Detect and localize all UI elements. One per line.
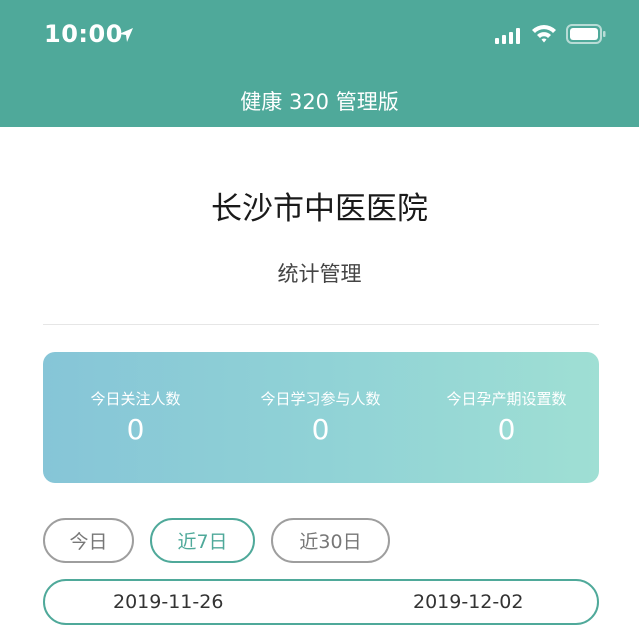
location-arrow-icon <box>119 28 133 42</box>
stat-pregnancy-count: 今日孕产期设置数 0 <box>414 388 599 446</box>
stat-value: 0 <box>311 413 330 446</box>
stat-label: 今日关注人数 <box>90 390 181 408</box>
filter-today-button[interactable]: 今日 <box>43 518 134 563</box>
stats-card: 今日关注人数 0 今日学习参与人数 0 今日孕产期设置数 0 <box>43 352 599 483</box>
stat-label: 今日学习参与人数 <box>260 390 381 408</box>
hospital-name: 长沙市中医医院 <box>211 191 428 227</box>
filter-30days-button[interactable]: 近30日 <box>271 518 390 563</box>
divider <box>43 324 599 325</box>
cellular-signal-icon <box>495 28 520 44</box>
stat-follow-count: 今日关注人数 0 <box>43 388 228 446</box>
stat-label: 今日孕产期设置数 <box>446 390 567 408</box>
battery-icon <box>566 24 606 44</box>
stat-value: 0 <box>497 413 516 446</box>
stat-value: 0 <box>126 413 145 446</box>
top-bar: 10:00 健康 320 管理版 <box>0 0 639 127</box>
status-time: 10:00 <box>44 20 123 48</box>
wifi-icon <box>532 25 556 43</box>
nav-title: 健康 320 管理版 <box>240 90 399 114</box>
end-date[interactable]: 2019-12-02 <box>413 591 523 613</box>
page-subtitle: 统计管理 <box>277 262 362 286</box>
filter-7days-button[interactable]: 近7日 <box>150 518 255 563</box>
stat-learning-count: 今日学习参与人数 0 <box>228 388 413 446</box>
start-date[interactable]: 2019-11-26 <box>113 591 223 613</box>
date-range-picker[interactable]: 2019-11-26 2019-12-02 <box>43 579 599 625</box>
